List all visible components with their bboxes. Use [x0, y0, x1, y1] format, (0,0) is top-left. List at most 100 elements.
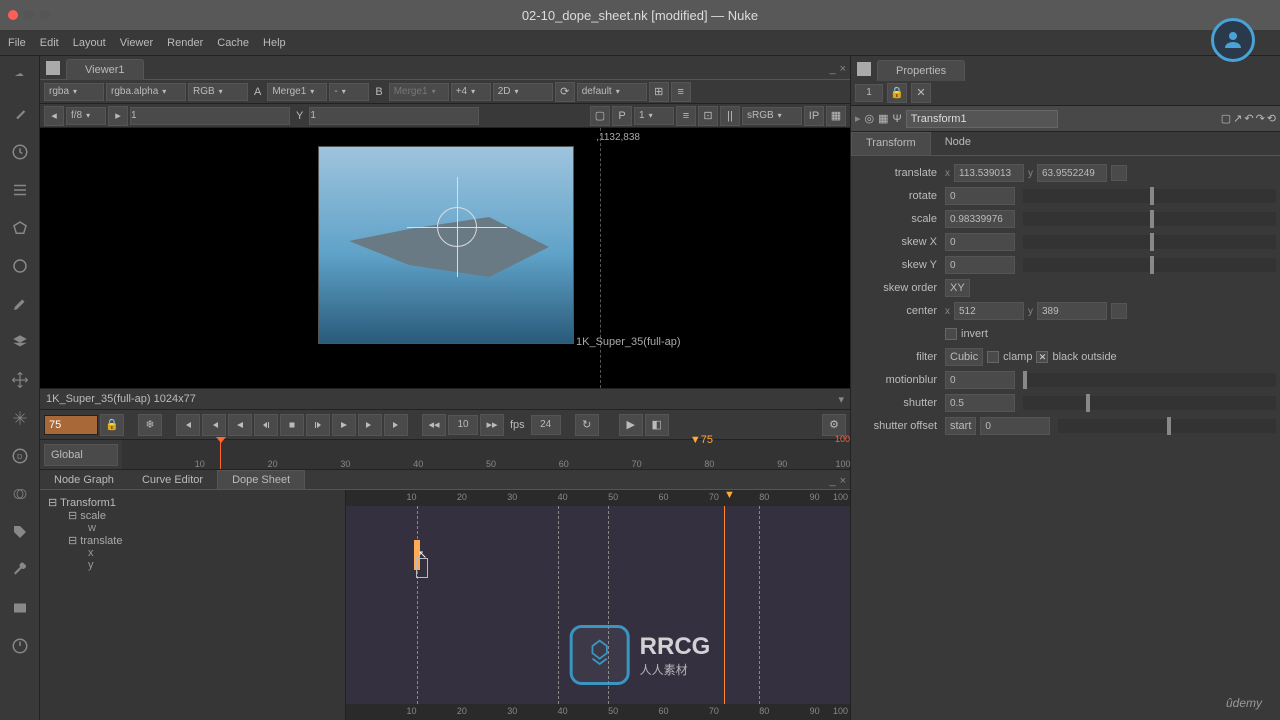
a-input-select[interactable]: Merge1	[267, 83, 327, 101]
center-anim-icon[interactable]	[1111, 303, 1127, 319]
node-info-icon[interactable]: ▦	[878, 112, 888, 125]
fps-input[interactable]	[531, 415, 561, 435]
close-panel-icon[interactable]: ×	[840, 63, 846, 75]
wrench-icon[interactable]	[8, 558, 32, 582]
gamma-input[interactable]	[130, 107, 290, 125]
motionblur-input[interactable]	[945, 371, 1015, 389]
menu-viewer[interactable]: Viewer	[120, 37, 153, 49]
export-icon[interactable]: ↗	[1233, 112, 1242, 125]
stop-button[interactable]	[280, 414, 304, 436]
prev-icon[interactable]: ◂	[44, 106, 64, 126]
filter-select[interactable]: Cubic	[945, 348, 983, 366]
tree-node-transform[interactable]: ⊟ Transform1	[48, 496, 337, 509]
viewer-canvas[interactable]: ,1132,838 1K_Super_35(full-ap)	[40, 128, 850, 388]
prev-key-button[interactable]	[202, 414, 226, 436]
properties-handle-icon[interactable]	[857, 62, 871, 76]
skip-back-button[interactable]: ◂◂	[422, 414, 446, 436]
skewy-slider[interactable]	[1023, 258, 1276, 272]
polygon-icon[interactable]	[8, 216, 32, 240]
dope-playhead[interactable]	[724, 506, 725, 704]
translate-x-input[interactable]	[954, 164, 1024, 182]
shutter-slider[interactable]	[1023, 396, 1276, 410]
tab-node[interactable]: Node	[931, 132, 985, 155]
user-avatar[interactable]	[1211, 18, 1255, 62]
step-fwd-button[interactable]	[306, 414, 330, 436]
tree-node-scale[interactable]: ⊟ scale	[68, 509, 337, 522]
lut-select[interactable]: sRGB	[742, 107, 802, 125]
play-button[interactable]	[332, 414, 356, 436]
settings-play-icon[interactable]: ⚙	[822, 414, 846, 436]
center-y-input[interactable]	[1037, 302, 1107, 320]
skewy-input[interactable]	[945, 256, 1015, 274]
minimize-panel-icon[interactable]: _	[829, 63, 835, 75]
grid-icon[interactable]: ⊞	[649, 82, 669, 102]
circle-icon[interactable]	[8, 254, 32, 278]
viewer-handle-icon[interactable]	[46, 61, 60, 75]
double-circle-icon[interactable]	[8, 482, 32, 506]
collapse-node-icon[interactable]: ▸	[855, 112, 861, 125]
step-back-button[interactable]	[254, 414, 278, 436]
folder-icon[interactable]	[8, 596, 32, 620]
lock-icon[interactable]: 🔒	[100, 414, 124, 436]
reload-icon[interactable]: ⟳	[555, 82, 575, 102]
layers-icon[interactable]	[8, 330, 32, 354]
node-script-icon[interactable]: Ψ	[893, 113, 902, 125]
skeworder-select[interactable]: XY	[945, 279, 970, 297]
ip-button[interactable]: IP	[804, 106, 824, 126]
fstop-select[interactable]: f/8	[66, 107, 106, 125]
timeline-marker[interactable]: ▼75	[690, 434, 713, 446]
timeline-cursor[interactable]	[220, 440, 221, 469]
dope-grid[interactable]: 10 20 30 40 50 60 70 80 90 100 10 20	[346, 490, 850, 720]
lock-panel-icon[interactable]: 🔒	[887, 83, 907, 103]
color-icon[interactable]: ▢	[1221, 112, 1231, 125]
brush-icon[interactable]	[8, 102, 32, 126]
menu-cache[interactable]: Cache	[217, 37, 249, 49]
tree-leaf-w[interactable]: w	[88, 522, 337, 534]
move-icon[interactable]	[8, 368, 32, 392]
zebra-icon[interactable]: ≡	[676, 106, 696, 126]
blackoutside-checkbox[interactable]	[1036, 351, 1048, 363]
tab-curve-editor[interactable]: Curve Editor	[128, 471, 217, 489]
selection-box[interactable]	[416, 558, 428, 578]
tree-node-translate[interactable]: ⊟ translate	[68, 534, 337, 547]
skewx-slider[interactable]	[1023, 235, 1276, 249]
tab-properties[interactable]: Properties	[877, 60, 965, 81]
last-frame-button[interactable]	[384, 414, 408, 436]
flipbook-icon[interactable]: ▶	[619, 414, 643, 436]
list-icon[interactable]: ≡	[671, 82, 691, 102]
sparkle-icon[interactable]	[8, 406, 32, 430]
alpha-select[interactable]: rgba.alpha	[106, 83, 186, 101]
transform-handle[interactable]	[427, 197, 487, 257]
loop-icon[interactable]: ↻	[575, 414, 599, 436]
skewx-input[interactable]	[945, 233, 1015, 251]
redo-node-icon[interactable]: ↷	[1256, 112, 1265, 125]
roi-icon[interactable]: ▢	[590, 106, 610, 126]
rotate-slider[interactable]	[1023, 189, 1276, 203]
current-frame-input[interactable]	[44, 415, 98, 435]
dope-tree[interactable]: ⊟ Transform1 ⊟ scale w ⊟ translate x y	[40, 490, 346, 720]
shutteroffset-select[interactable]: start	[945, 417, 976, 435]
roi-play-icon[interactable]: ◧	[645, 414, 669, 436]
close-icon[interactable]	[8, 10, 18, 20]
first-frame-button[interactable]	[176, 414, 200, 436]
menu-layout[interactable]: Layout	[73, 37, 106, 49]
rotate-input[interactable]	[945, 187, 1015, 205]
scale-slider[interactable]	[1023, 212, 1276, 226]
downrez-select[interactable]: 1	[634, 107, 674, 125]
tag-icon[interactable]	[8, 520, 32, 544]
menu-render[interactable]: Render	[167, 37, 203, 49]
handles-select[interactable]: default	[577, 83, 647, 101]
minimize-icon[interactable]	[24, 10, 34, 20]
minimize-bottom-icon[interactable]: _	[829, 475, 835, 487]
shutteroffset-slider[interactable]	[1058, 419, 1276, 433]
revert-icon[interactable]: ⟲	[1267, 112, 1276, 125]
tab-transform[interactable]: Transform	[851, 132, 931, 155]
range-select[interactable]: Global	[44, 444, 118, 466]
y-input[interactable]	[309, 107, 479, 125]
snap-icon[interactable]: ❄	[138, 414, 162, 436]
pen-icon[interactable]	[8, 292, 32, 316]
maximize-icon[interactable]	[40, 10, 50, 20]
proxy-icon[interactable]: P	[612, 106, 632, 126]
exposure-select[interactable]: +4	[451, 83, 491, 101]
chevron-down-icon[interactable]: ▾	[838, 393, 844, 406]
